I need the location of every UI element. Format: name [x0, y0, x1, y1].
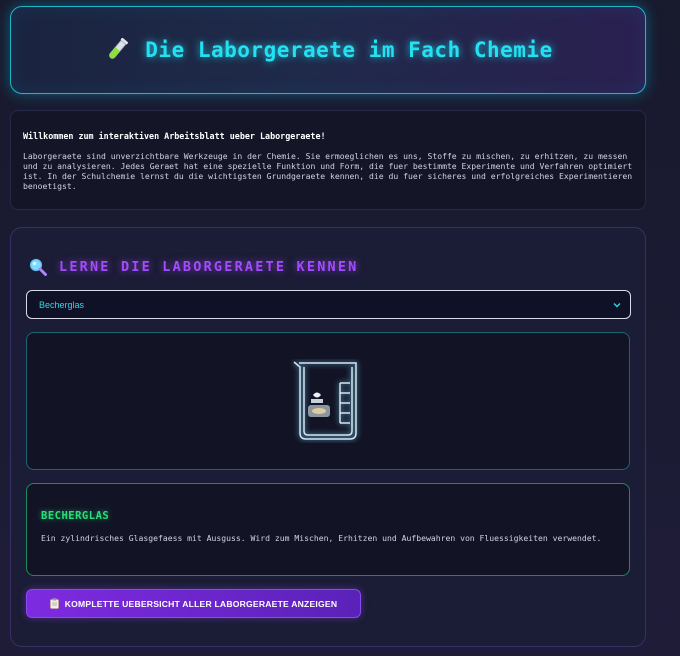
section-title: LERNE DIE LABORGERAETE KENNEN — [29, 258, 359, 276]
equipment-name: BECHERGLAS — [41, 510, 110, 522]
intro-lead: Willkommen zum interaktiven Arbeitsblatt… — [23, 131, 326, 141]
learn-panel: LERNE DIE LABORGERAETE KENNEN Becherglas — [10, 227, 646, 647]
intro-body: Laborgeraete sind unverzichtbare Werkzeu… — [23, 151, 633, 191]
section-heading: LERNE DIE LABORGERAETE KENNEN — [59, 259, 359, 275]
magnifier-icon — [29, 258, 47, 276]
equipment-image-panel — [26, 332, 630, 470]
show-overview-button[interactable]: KOMPLETTE UEBERSICHT ALLER LABORGERAETE … — [26, 589, 361, 618]
equipment-select-value: Becherglas — [39, 299, 85, 310]
equipment-description: Ein zylindrisches Glasgefaess mit Ausgus… — [41, 533, 602, 543]
equipment-select[interactable]: Becherglas — [26, 290, 631, 319]
test-tube-icon — [109, 37, 129, 59]
equipment-info-card: BECHERGLAS Ein zylindrisches Glasgefaess… — [26, 483, 630, 576]
clipboard-icon — [49, 598, 59, 609]
chevron-down-icon — [613, 303, 621, 308]
page-title: Die Laborgeraete im Fach Chemie — [145, 38, 553, 62]
show-overview-label: KOMPLETTE UEBERSICHT ALLER LABORGERAETE … — [64, 598, 338, 609]
page-header: Die Laborgeraete im Fach Chemie — [10, 6, 646, 94]
intro-card: Willkommen zum interaktiven Arbeitsblatt… — [10, 110, 646, 210]
beaker-icon — [293, 361, 357, 440]
